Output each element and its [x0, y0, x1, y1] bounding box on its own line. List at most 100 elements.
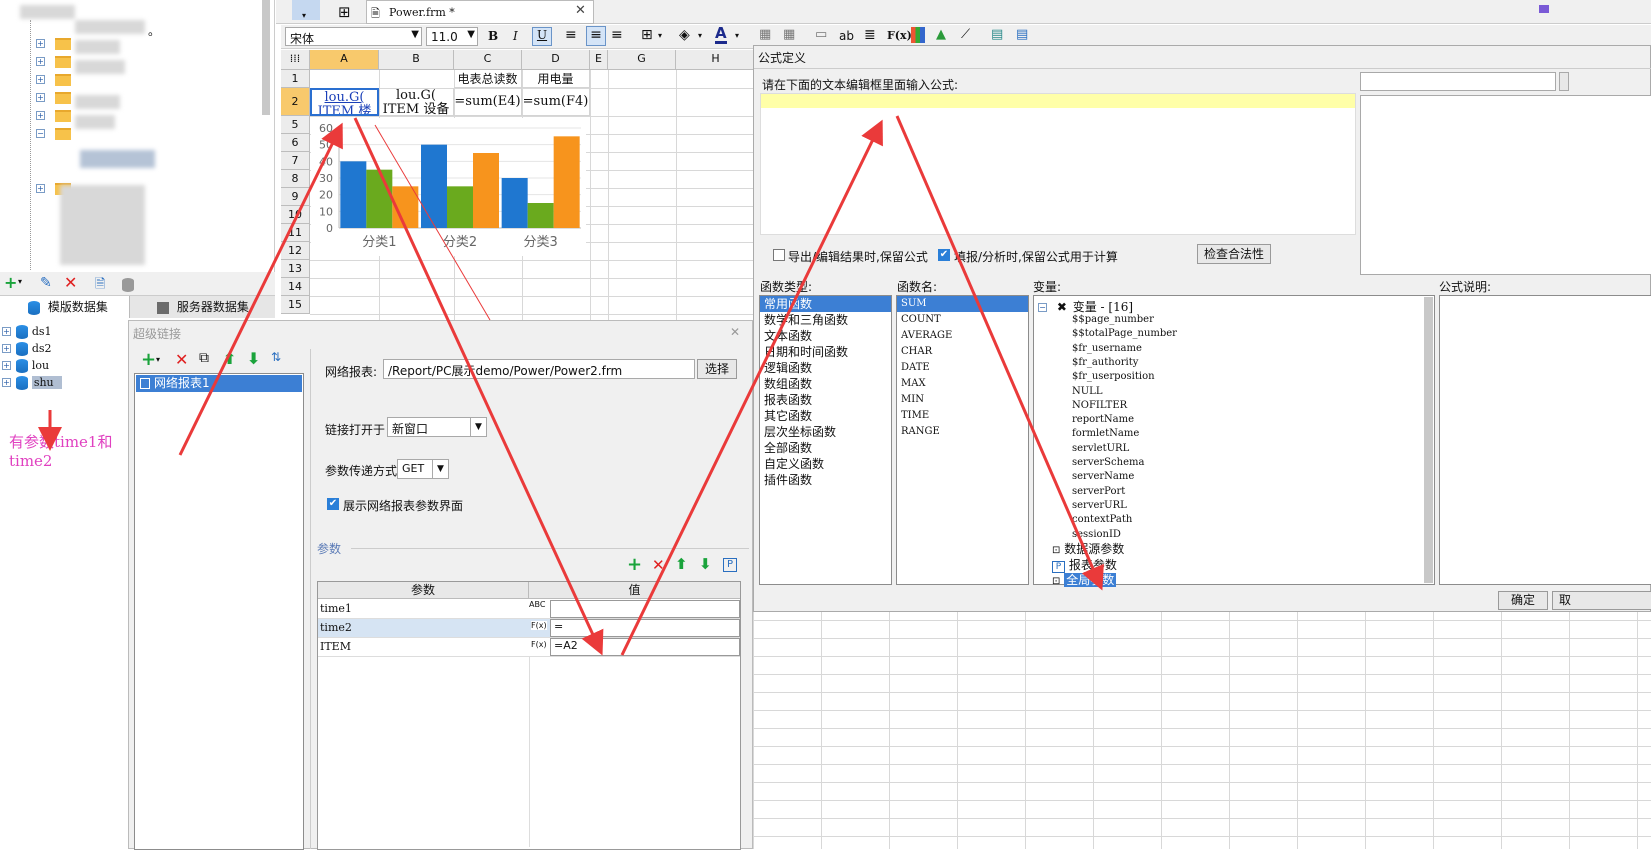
func-type-item[interactable]: 插件函数 — [760, 472, 891, 488]
move-down-icon[interactable]: ⬇ — [247, 349, 260, 368]
cell-a2[interactable]: lou.G( ITEM 楼宇 — [310, 88, 379, 116]
slash-icon[interactable]: ⟋ — [961, 27, 970, 42]
tab-server-dataset[interactable]: 服务器数据集 — [131, 296, 275, 318]
insert-icon[interactable]: ▭ — [815, 27, 827, 42]
func-name-item[interactable]: COUNT — [897, 312, 1028, 328]
tree-expand-icon[interactable]: + — [2, 327, 11, 336]
cell-d1[interactable]: 用电量 — [522, 70, 590, 88]
chevron-down-icon[interactable]: ▾ — [302, 11, 306, 20]
column-header-h[interactable]: H — [676, 50, 756, 70]
delete-param-icon[interactable]: ✕ — [652, 556, 665, 574]
delete-icon[interactable]: ✕ — [175, 350, 188, 369]
param-value-input[interactable]: = — [550, 619, 740, 637]
cell-c1[interactable]: 电表总读数 — [454, 70, 522, 88]
tree-collapse-icon[interactable]: − — [1038, 303, 1047, 312]
underline-button[interactable]: U — [532, 27, 552, 46]
window-icon[interactable] — [1539, 5, 1549, 13]
param-value-input[interactable] — [550, 600, 740, 618]
var-item[interactable]: contextPath — [1072, 513, 1132, 527]
var-item[interactable]: NULL — [1072, 385, 1102, 399]
tree-expand-icon[interactable]: + — [36, 184, 45, 193]
font-name-select[interactable]: 宋体 ▼ — [285, 27, 422, 46]
align-right-icon[interactable]: ≡ — [611, 27, 623, 43]
dataset-item[interactable]: + ds2 — [2, 341, 122, 356]
fill-color-icon[interactable]: ◈ — [679, 27, 690, 43]
delete-icon[interactable]: ✕ — [64, 273, 77, 292]
row-header[interactable]: 10 — [281, 206, 310, 224]
italic-button[interactable]: I — [513, 29, 518, 43]
chevron-down-icon[interactable]: ▾ — [658, 31, 662, 40]
var-item[interactable]: reportName — [1072, 413, 1134, 427]
row-header[interactable]: 9 — [281, 188, 310, 206]
dataset-item[interactable]: + ds1 — [2, 324, 122, 339]
sheet-icon[interactable]: ▤ — [991, 27, 1003, 42]
var-item[interactable]: serverPort — [1072, 485, 1125, 499]
tab-template-dataset[interactable]: 模版数据集 — [0, 296, 130, 318]
column-header-e[interactable]: E — [590, 50, 608, 70]
tree-expand-icon[interactable]: + — [2, 361, 11, 370]
func-name-item[interactable]: RANGE — [897, 424, 1028, 440]
add-icon[interactable]: + — [141, 349, 156, 370]
sheet-icon-2[interactable]: ▤ — [1016, 27, 1028, 42]
export-keep-checkbox[interactable] — [773, 249, 785, 261]
row-header[interactable]: 8 — [281, 170, 310, 188]
dataset-item[interactable]: + shu — [2, 375, 122, 390]
func-type-item[interactable]: 常用函数 — [760, 296, 891, 312]
column-header-g[interactable]: G — [608, 50, 676, 70]
tree-expand-icon[interactable]: + — [36, 111, 45, 120]
check-validity-button[interactable]: 检查合法性 — [1197, 244, 1271, 264]
func-name-item[interactable]: TIME — [897, 408, 1028, 424]
var-item[interactable]: $fr_userposition — [1072, 370, 1155, 384]
func-type-item[interactable]: 逻辑函数 — [760, 360, 891, 376]
text-align-icon[interactable]: ≣ — [864, 27, 876, 43]
var-group[interactable]: ⊡ 全局参数 — [1052, 571, 1117, 588]
column-header-a[interactable]: A — [310, 50, 379, 70]
close-icon[interactable]: ✕ — [730, 325, 740, 339]
func-type-item[interactable]: 报表函数 — [760, 392, 891, 408]
var-item[interactable]: servletURL — [1072, 442, 1129, 456]
row-header[interactable]: 15 — [281, 296, 310, 314]
var-scrollbar[interactable] — [1424, 297, 1433, 583]
tree-scrollbar[interactable] — [262, 0, 270, 115]
sort-icon[interactable]: ⇅ — [271, 350, 281, 364]
image-icon[interactable]: ▲ — [936, 27, 946, 42]
search-button[interactable] — [1559, 72, 1569, 91]
add-icon[interactable]: + — [4, 273, 17, 292]
chevron-down-icon[interactable]: ▾ — [156, 355, 160, 364]
move-up-icon[interactable]: ⬆ — [223, 349, 236, 368]
func-name-item[interactable]: CHAR — [897, 344, 1028, 360]
var-group[interactable]: ⊡ 数据源参数 — [1052, 540, 1124, 557]
column-header-c[interactable]: C — [454, 50, 522, 70]
column-header-d[interactable]: D — [522, 50, 590, 70]
select-all-corner[interactable]: ⁞⁞⁞ — [281, 50, 310, 70]
cell-c2[interactable]: =sum(E4) — [454, 88, 522, 116]
border-icon[interactable]: ⊞ — [641, 27, 653, 43]
var-item[interactable]: $fr_username — [1072, 342, 1142, 356]
row-header[interactable]: 11 — [281, 224, 310, 242]
param-p-icon[interactable]: P — [723, 558, 737, 572]
ok-button[interactable]: 确定 — [1498, 591, 1548, 610]
choose-button[interactable]: 选择 — [697, 359, 737, 379]
font-color-icon[interactable]: A — [715, 25, 727, 44]
var-item[interactable]: $$totalPage_number — [1072, 327, 1177, 341]
dataset-item[interactable]: + lou — [2, 358, 122, 373]
var-item[interactable]: formletName — [1072, 427, 1139, 441]
add-param-icon[interactable]: + — [627, 554, 642, 575]
tree-expand-icon[interactable]: + — [36, 75, 45, 84]
cell-b2[interactable]: lou.G( ITEM 设备 — [379, 88, 454, 116]
show-param-checkbox[interactable]: ✔ — [327, 498, 339, 510]
tree-expand-icon[interactable]: + — [2, 344, 11, 353]
report-path-input[interactable]: /Report/PC展示demo/Power/Power2.frm — [383, 359, 695, 379]
chevron-down-icon[interactable]: ▾ — [698, 31, 702, 40]
copy-icon[interactable]: ⧉ — [199, 350, 209, 366]
func-type-item[interactable]: 文本函数 — [760, 328, 891, 344]
var-item[interactable]: serverURL — [1072, 499, 1127, 513]
split-icon[interactable]: ▦ — [783, 27, 795, 42]
bold-button[interactable]: B — [488, 29, 498, 43]
var-item[interactable]: $$page_number — [1072, 313, 1154, 327]
table-row[interactable]: time1 ABC — [318, 600, 740, 619]
row-header[interactable]: 14 — [281, 278, 310, 296]
formula-editor[interactable] — [760, 93, 1356, 235]
tree-expand-icon[interactable]: + — [36, 39, 45, 48]
preview-icon[interactable]: 🗎 — [95, 275, 105, 297]
